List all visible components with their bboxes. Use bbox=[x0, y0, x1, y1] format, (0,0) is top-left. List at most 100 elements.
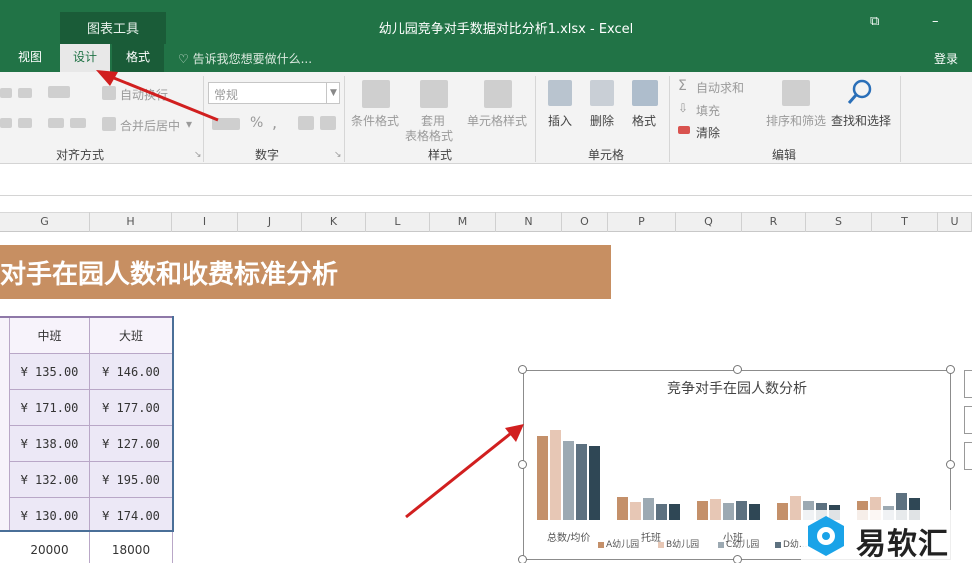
bar-E幼儿园-小班[interactable] bbox=[749, 504, 760, 520]
find-select-button[interactable]: 查找和选择 bbox=[831, 112, 891, 129]
bar-A幼儿园-托班[interactable] bbox=[617, 497, 628, 520]
column-header-I[interactable]: I bbox=[172, 212, 238, 232]
table-header-senior-class[interactable]: 大班 bbox=[90, 318, 173, 354]
total-cell-middle[interactable]: 20000 bbox=[10, 532, 90, 563]
alignment-launcher-icon[interactable]: ↘ bbox=[194, 150, 202, 160]
column-header-O[interactable]: O bbox=[562, 212, 608, 232]
bar-D幼儿园-小班[interactable] bbox=[736, 501, 747, 520]
column-header-J[interactable]: J bbox=[238, 212, 302, 232]
column-header-N[interactable]: N bbox=[496, 212, 562, 232]
chevron-down-icon[interactable]: ▼ bbox=[326, 82, 340, 104]
tab-view[interactable]: 视图 bbox=[8, 44, 52, 72]
legend-item[interactable]: A幼儿园 bbox=[598, 537, 639, 550]
resize-handle-top[interactable] bbox=[733, 365, 742, 374]
decrease-indent-icon[interactable] bbox=[48, 118, 64, 128]
table-cell[interactable]: ¥ 174.00 bbox=[90, 498, 173, 534]
table-cell[interactable]: ¥ 127.00 bbox=[90, 426, 173, 462]
justify-icon[interactable] bbox=[18, 118, 32, 128]
column-header-L[interactable]: L bbox=[366, 212, 430, 232]
login-button[interactable]: 登录 bbox=[934, 50, 958, 67]
merge-dropdown-icon[interactable]: ▾ bbox=[186, 117, 192, 131]
align-center-icon[interactable] bbox=[18, 88, 32, 98]
column-header-Q[interactable]: Q bbox=[676, 212, 742, 232]
align-right-icon[interactable] bbox=[0, 118, 12, 128]
legend-item[interactable]: C幼儿园 bbox=[718, 537, 759, 550]
orientation-icon[interactable] bbox=[48, 86, 70, 98]
chart-title[interactable]: 竞争对手在园人数分析 bbox=[523, 378, 951, 398]
bar-C幼儿园-总数/均价[interactable] bbox=[563, 441, 574, 520]
bar-A幼儿园-小班[interactable] bbox=[697, 501, 708, 520]
column-header-K[interactable]: K bbox=[302, 212, 366, 232]
conditional-format-button[interactable]: 条件格式 bbox=[351, 112, 399, 129]
column-header-G[interactable]: G bbox=[0, 212, 90, 232]
increase-indent-icon[interactable] bbox=[70, 118, 86, 128]
tell-me-search[interactable]: ♡ 告诉我您想要做什么... bbox=[178, 50, 312, 67]
column-header-R[interactable]: R bbox=[742, 212, 806, 232]
column-header-H[interactable]: H bbox=[90, 212, 172, 232]
bar-C幼儿园-托班[interactable] bbox=[643, 498, 654, 520]
resize-handle-left[interactable] bbox=[518, 460, 527, 469]
bar-A幼儿园-中班[interactable] bbox=[777, 503, 788, 520]
group-label-alignment: 对齐方式 bbox=[55, 148, 104, 162]
tab-design[interactable]: 设计 bbox=[60, 44, 110, 72]
autosum-button[interactable]: 自动求和 bbox=[696, 79, 744, 96]
table-cell[interactable]: ¥ 171.00 bbox=[10, 390, 90, 426]
sort-filter-button[interactable]: 排序和筛选 bbox=[766, 112, 826, 129]
delete-button[interactable]: 删除 bbox=[590, 112, 614, 129]
bar-C幼儿园-小班[interactable] bbox=[723, 503, 734, 520]
table-cell[interactable]: ¥ 130.00 bbox=[10, 498, 90, 534]
decrease-decimal-icon[interactable] bbox=[320, 116, 336, 130]
currency-icon[interactable] bbox=[212, 118, 240, 130]
number-launcher-icon[interactable]: ↘ bbox=[334, 150, 342, 160]
chart-styles-button[interactable] bbox=[964, 406, 972, 434]
formula-bar[interactable] bbox=[0, 164, 972, 196]
tab-format[interactable]: 格式 bbox=[112, 44, 164, 72]
bar-D幼儿园-总数/均价[interactable] bbox=[576, 444, 587, 520]
merge-center-button[interactable]: 合并后居中 bbox=[120, 117, 180, 134]
align-left-icon[interactable] bbox=[0, 88, 12, 98]
table-header-middle-class[interactable]: 中班 bbox=[10, 318, 90, 354]
total-cell-senior[interactable]: 18000 bbox=[90, 532, 173, 563]
insert-button[interactable]: 插入 bbox=[548, 112, 572, 129]
resize-handle-right[interactable] bbox=[946, 460, 955, 469]
column-header-P[interactable]: P bbox=[608, 212, 676, 232]
bar-A幼儿园-总数/均价[interactable] bbox=[537, 436, 548, 520]
table-cell[interactable]: ¥ 135.00 bbox=[10, 354, 90, 390]
resize-handle-bottom[interactable] bbox=[733, 555, 742, 563]
clear-button[interactable]: 清除 bbox=[696, 124, 720, 141]
column-header-U[interactable]: U bbox=[938, 212, 972, 232]
wrap-text-button[interactable]: 自动换行 bbox=[120, 86, 168, 103]
chart-filters-button[interactable] bbox=[964, 442, 972, 470]
ribbon-display-options-icon[interactable]: ⧉ bbox=[870, 14, 879, 29]
resize-handle-bottom-left[interactable] bbox=[518, 555, 527, 563]
column-header-T[interactable]: T bbox=[872, 212, 938, 232]
bar-B幼儿园-总数/均价[interactable] bbox=[550, 430, 561, 520]
format-button[interactable]: 格式 bbox=[632, 112, 656, 129]
table-cell[interactable]: ¥ 177.00 bbox=[90, 390, 173, 426]
table-format-button-line2[interactable]: 表格格式 bbox=[405, 127, 453, 144]
bar-E幼儿园-托班[interactable] bbox=[669, 504, 680, 520]
column-header-M[interactable]: M bbox=[430, 212, 496, 232]
resize-handle-top-right[interactable] bbox=[946, 365, 955, 374]
table-cell[interactable]: ¥ 132.00 bbox=[10, 462, 90, 498]
table-cell[interactable]: ¥ 195.00 bbox=[90, 462, 173, 498]
column-header-S[interactable]: S bbox=[806, 212, 872, 232]
cell-styles-button[interactable]: 单元格样式 bbox=[467, 112, 527, 129]
legend-item[interactable]: B幼儿园 bbox=[658, 537, 699, 550]
bar-D幼儿园-托班[interactable] bbox=[656, 504, 667, 520]
bar-B幼儿园-小班[interactable] bbox=[710, 499, 721, 520]
increase-decimal-icon[interactable] bbox=[298, 116, 314, 130]
bar-E幼儿园-总数/均价[interactable] bbox=[589, 446, 600, 520]
table-cell[interactable]: ¥ 146.00 bbox=[90, 354, 173, 390]
bar-B幼儿园-中班[interactable] bbox=[790, 496, 801, 520]
minimize-button[interactable]: – bbox=[932, 14, 939, 29]
number-format-select[interactable]: 常规 bbox=[208, 82, 340, 104]
group-label-cells: 单元格 bbox=[587, 148, 624, 162]
fill-button[interactable]: 填充 bbox=[696, 102, 720, 119]
bar-B幼儿园-托班[interactable] bbox=[630, 502, 641, 520]
comma-button[interactable]: , bbox=[272, 113, 277, 132]
table-cell[interactable]: ¥ 138.00 bbox=[10, 426, 90, 462]
chart-elements-button[interactable] bbox=[964, 370, 972, 398]
percent-button[interactable]: % bbox=[250, 115, 263, 131]
resize-handle-top-left[interactable] bbox=[518, 365, 527, 374]
